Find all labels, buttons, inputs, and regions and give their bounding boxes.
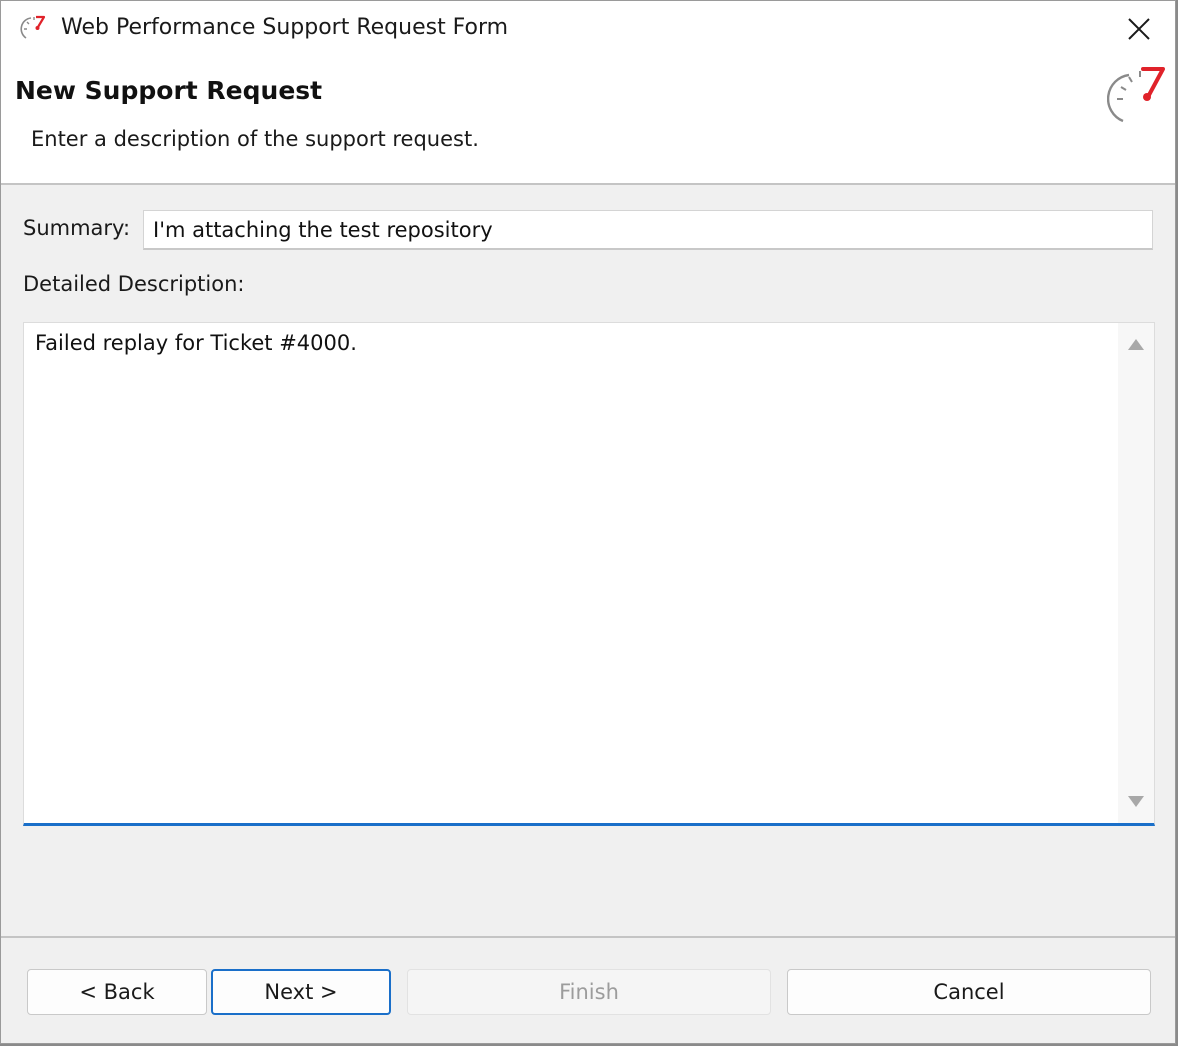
summary-label: Summary: <box>23 216 131 240</box>
triangle-down-icon <box>1128 796 1144 807</box>
next-button[interactable]: Next > <box>211 969 391 1015</box>
description-box: Failed replay for Ticket #4000. <box>23 322 1155 826</box>
window-title: Web Performance Support Request Form <box>61 15 509 40</box>
speedometer-icon <box>20 15 46 39</box>
description-label: Detailed Description: <box>23 272 245 296</box>
finish-button[interactable]: Finish <box>407 969 771 1015</box>
wizard-header: New Support Request Enter a description … <box>1 57 1175 185</box>
title-bar: Web Performance Support Request Form <box>1 1 1175 57</box>
speedometer-icon <box>1107 67 1165 123</box>
description-scrollbar[interactable] <box>1118 323 1154 823</box>
triangle-up-icon <box>1128 339 1144 350</box>
footer-divider <box>1 936 1175 938</box>
close-icon <box>1128 18 1150 40</box>
scroll-down-button[interactable] <box>1118 787 1154 817</box>
summary-input[interactable] <box>143 210 1153 250</box>
page-subtitle: Enter a description of the support reque… <box>31 127 479 151</box>
page-title: New Support Request <box>15 76 323 105</box>
scroll-up-button[interactable] <box>1118 329 1154 359</box>
description-textarea[interactable]: Failed replay for Ticket #4000. <box>24 323 1118 823</box>
back-button[interactable]: < Back <box>27 969 207 1015</box>
cancel-button[interactable]: Cancel <box>787 969 1151 1015</box>
dialog-window: Web Performance Support Request Form New… <box>0 0 1176 1044</box>
close-button[interactable] <box>1119 11 1159 47</box>
